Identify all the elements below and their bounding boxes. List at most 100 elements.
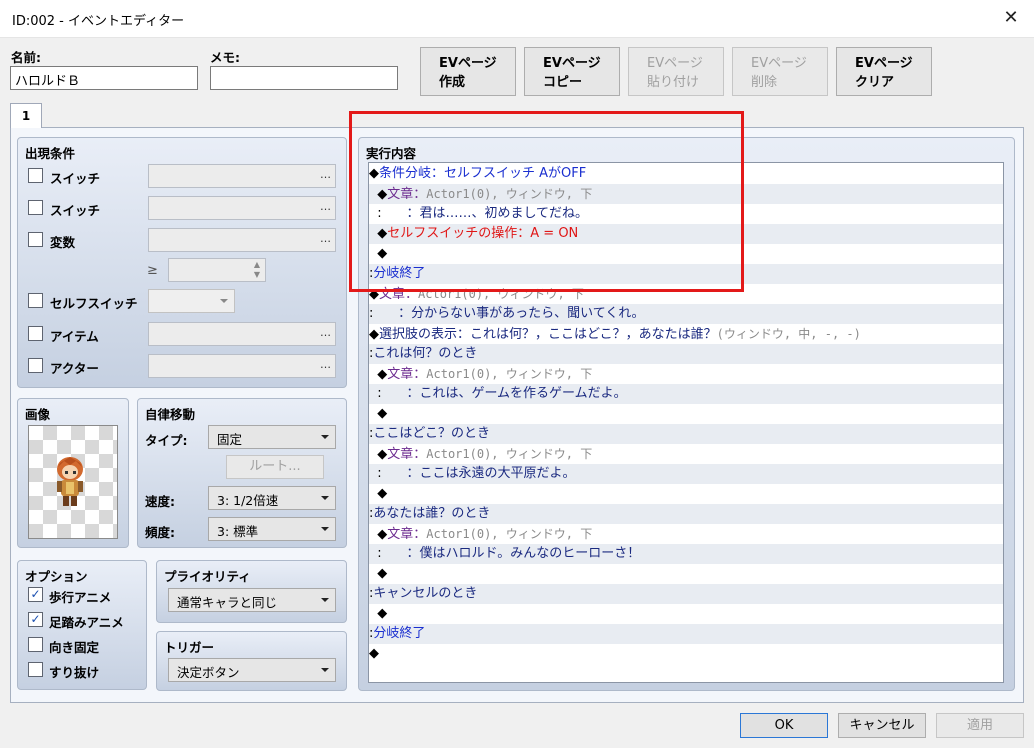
command-row[interactable]: :分岐終了	[369, 624, 1003, 644]
command-params: (ウィンドウ, 中, -, -)	[716, 327, 861, 341]
ok-button[interactable]: OK	[740, 713, 828, 738]
type-dropdown[interactable]: 固定	[208, 425, 336, 449]
variable-field[interactable]: …	[148, 228, 336, 252]
command-params: Actor1(0), ウィンドウ, 下	[426, 527, 593, 541]
command-row[interactable]: :あなたは誰？のとき	[369, 504, 1003, 524]
image-title: 画像	[25, 407, 51, 422]
command-row[interactable]: : ：ここは永遠の大平原だよ。	[369, 464, 1003, 484]
step-anime-checkbox[interactable]: ✓	[28, 612, 43, 627]
command-row[interactable]: ◆	[369, 564, 1003, 584]
item-checkbox[interactable]	[28, 326, 43, 341]
chevron-down-icon	[321, 496, 329, 500]
command-row[interactable]: :キャンセルのとき	[369, 584, 1003, 604]
chevron-down-icon	[321, 527, 329, 531]
command-marker: :	[369, 546, 382, 561]
selfswitch-checkbox[interactable]	[28, 293, 43, 308]
ellipsis-icon: …	[320, 232, 331, 245]
chevron-down-icon	[321, 598, 329, 602]
button-line2: クリア	[855, 75, 895, 90]
button-line2: 貼り付け	[647, 75, 700, 90]
type-value: 固定	[217, 432, 243, 447]
command-marker: ◆	[369, 367, 388, 382]
command-marker: ◆	[369, 527, 388, 542]
item-label: アイテム	[50, 329, 99, 344]
trigger-title: トリガー	[164, 640, 215, 655]
command-row[interactable]: ◆選択肢の表示：これは何？，ここはどこ？，あなたは誰？(ウィンドウ, 中, -,…	[369, 324, 1003, 344]
route-button[interactable]: ルート...	[226, 455, 324, 479]
tab-page-1[interactable]: 1	[10, 103, 42, 128]
title-bar: ID:002 - イベントエディター ✕	[0, 0, 1034, 38]
memo-field[interactable]	[210, 66, 398, 90]
command-marker: :	[369, 386, 382, 401]
ellipsis-icon: …	[320, 200, 331, 213]
command-row[interactable]: : ：分からない事があったら、聞いてくれ。	[369, 304, 1003, 324]
command-text: 文章：	[387, 447, 427, 462]
command-marker: ◆	[369, 406, 388, 421]
conditions-title: 出現条件	[25, 146, 76, 161]
command-row[interactable]: :ここはどこ？のとき	[369, 424, 1003, 444]
walk-anime-label: 歩行アニメ	[49, 590, 112, 605]
autonomous-title: 自律移動	[145, 407, 196, 422]
command-row[interactable]: ◆文章：Actor1(0), ウィンドウ, 下	[369, 524, 1003, 544]
speed-value: 3: 1/2倍速	[217, 493, 279, 508]
switch2-field[interactable]: …	[148, 196, 336, 220]
selfswitch-dropdown[interactable]	[148, 289, 235, 313]
switch2-label: スイッチ	[50, 203, 101, 218]
switch2-checkbox[interactable]	[28, 200, 43, 215]
through-label: すり抜け	[49, 665, 100, 680]
close-button[interactable]: ✕	[988, 0, 1034, 38]
command-params: Actor1(0), ウィンドウ, 下	[426, 447, 593, 461]
chevron-down-icon	[321, 668, 329, 672]
through-checkbox[interactable]	[28, 662, 43, 677]
options-title: オプション	[25, 569, 88, 584]
command-row[interactable]: : ：僕はハロルド。みんなのヒーローさ！	[369, 544, 1003, 564]
variable-value-spinner[interactable]: ▲ ▼	[168, 258, 266, 282]
chevron-down-icon	[321, 435, 329, 439]
name-field[interactable]: ハロルドＢ	[10, 66, 198, 90]
command-row[interactable]: ◆	[369, 484, 1003, 504]
walk-anime-checkbox[interactable]: ✓	[28, 587, 43, 602]
command-row[interactable]: ◆	[369, 604, 1003, 624]
priority-dropdown[interactable]: 通常キャラと同じ	[168, 588, 336, 612]
button-line1: EVページ	[751, 56, 807, 71]
ev-page-delete-button[interactable]: EVページ 削除	[732, 47, 828, 96]
selfswitch-label: セルフスイッチ	[50, 296, 138, 311]
ev-page-copy-button[interactable]: EVページ コピー	[524, 47, 620, 96]
direction-fix-checkbox[interactable]	[28, 637, 43, 652]
command-row[interactable]: :これは何？のとき	[369, 344, 1003, 364]
apply-button[interactable]: 適用	[936, 713, 1024, 738]
variable-checkbox[interactable]	[28, 232, 43, 247]
switch1-field[interactable]: …	[148, 164, 336, 188]
ellipsis-icon: …	[320, 168, 331, 181]
button-line2: 作成	[439, 75, 466, 90]
button-line1: EVページ	[855, 56, 913, 71]
ev-page-create-button[interactable]: EVページ 作成	[420, 47, 516, 96]
command-row[interactable]: ◆	[369, 404, 1003, 424]
command-row[interactable]: ◆	[369, 644, 1003, 664]
trigger-dropdown[interactable]: 決定ボタン	[168, 658, 336, 682]
cancel-button[interactable]: キャンセル	[838, 713, 926, 738]
command-row[interactable]: : ：これは、ゲームを作るゲームだよ。	[369, 384, 1003, 404]
ellipsis-icon: …	[320, 326, 331, 339]
button-line1: EVページ	[647, 56, 703, 71]
actor-field[interactable]: …	[148, 354, 336, 378]
item-field[interactable]: …	[148, 322, 336, 346]
command-text: ：ここは永遠の大平原だよ。	[381, 466, 576, 481]
priority-title: プライオリティ	[164, 569, 251, 584]
ev-page-paste-button[interactable]: EVページ貼り付け	[628, 47, 724, 96]
ge-symbol: ≥	[147, 263, 158, 278]
command-row[interactable]: ◆文章：Actor1(0), ウィンドウ, 下	[369, 444, 1003, 464]
speed-dropdown[interactable]: 3: 1/2倍速	[208, 486, 336, 510]
variable-label: 変数	[50, 235, 76, 250]
highlight-box	[349, 111, 744, 292]
switch1-checkbox[interactable]	[28, 168, 43, 183]
frequency-dropdown[interactable]: 3: 標準	[208, 517, 336, 541]
command-row[interactable]: ◆文章：Actor1(0), ウィンドウ, 下	[369, 364, 1003, 384]
actor-checkbox[interactable]	[28, 358, 43, 373]
ev-page-clear-button[interactable]: EVページクリア	[836, 47, 932, 96]
command-text: 選択肢の表示：これは何？，ここはどこ？，あなたは誰？	[379, 327, 717, 342]
command-text: ：これは、ゲームを作るゲームだよ。	[381, 386, 627, 401]
command-marker: ◆	[369, 646, 379, 661]
frequency-label: 頻度:	[145, 525, 175, 540]
step-anime-label: 足踏みアニメ	[49, 615, 124, 630]
